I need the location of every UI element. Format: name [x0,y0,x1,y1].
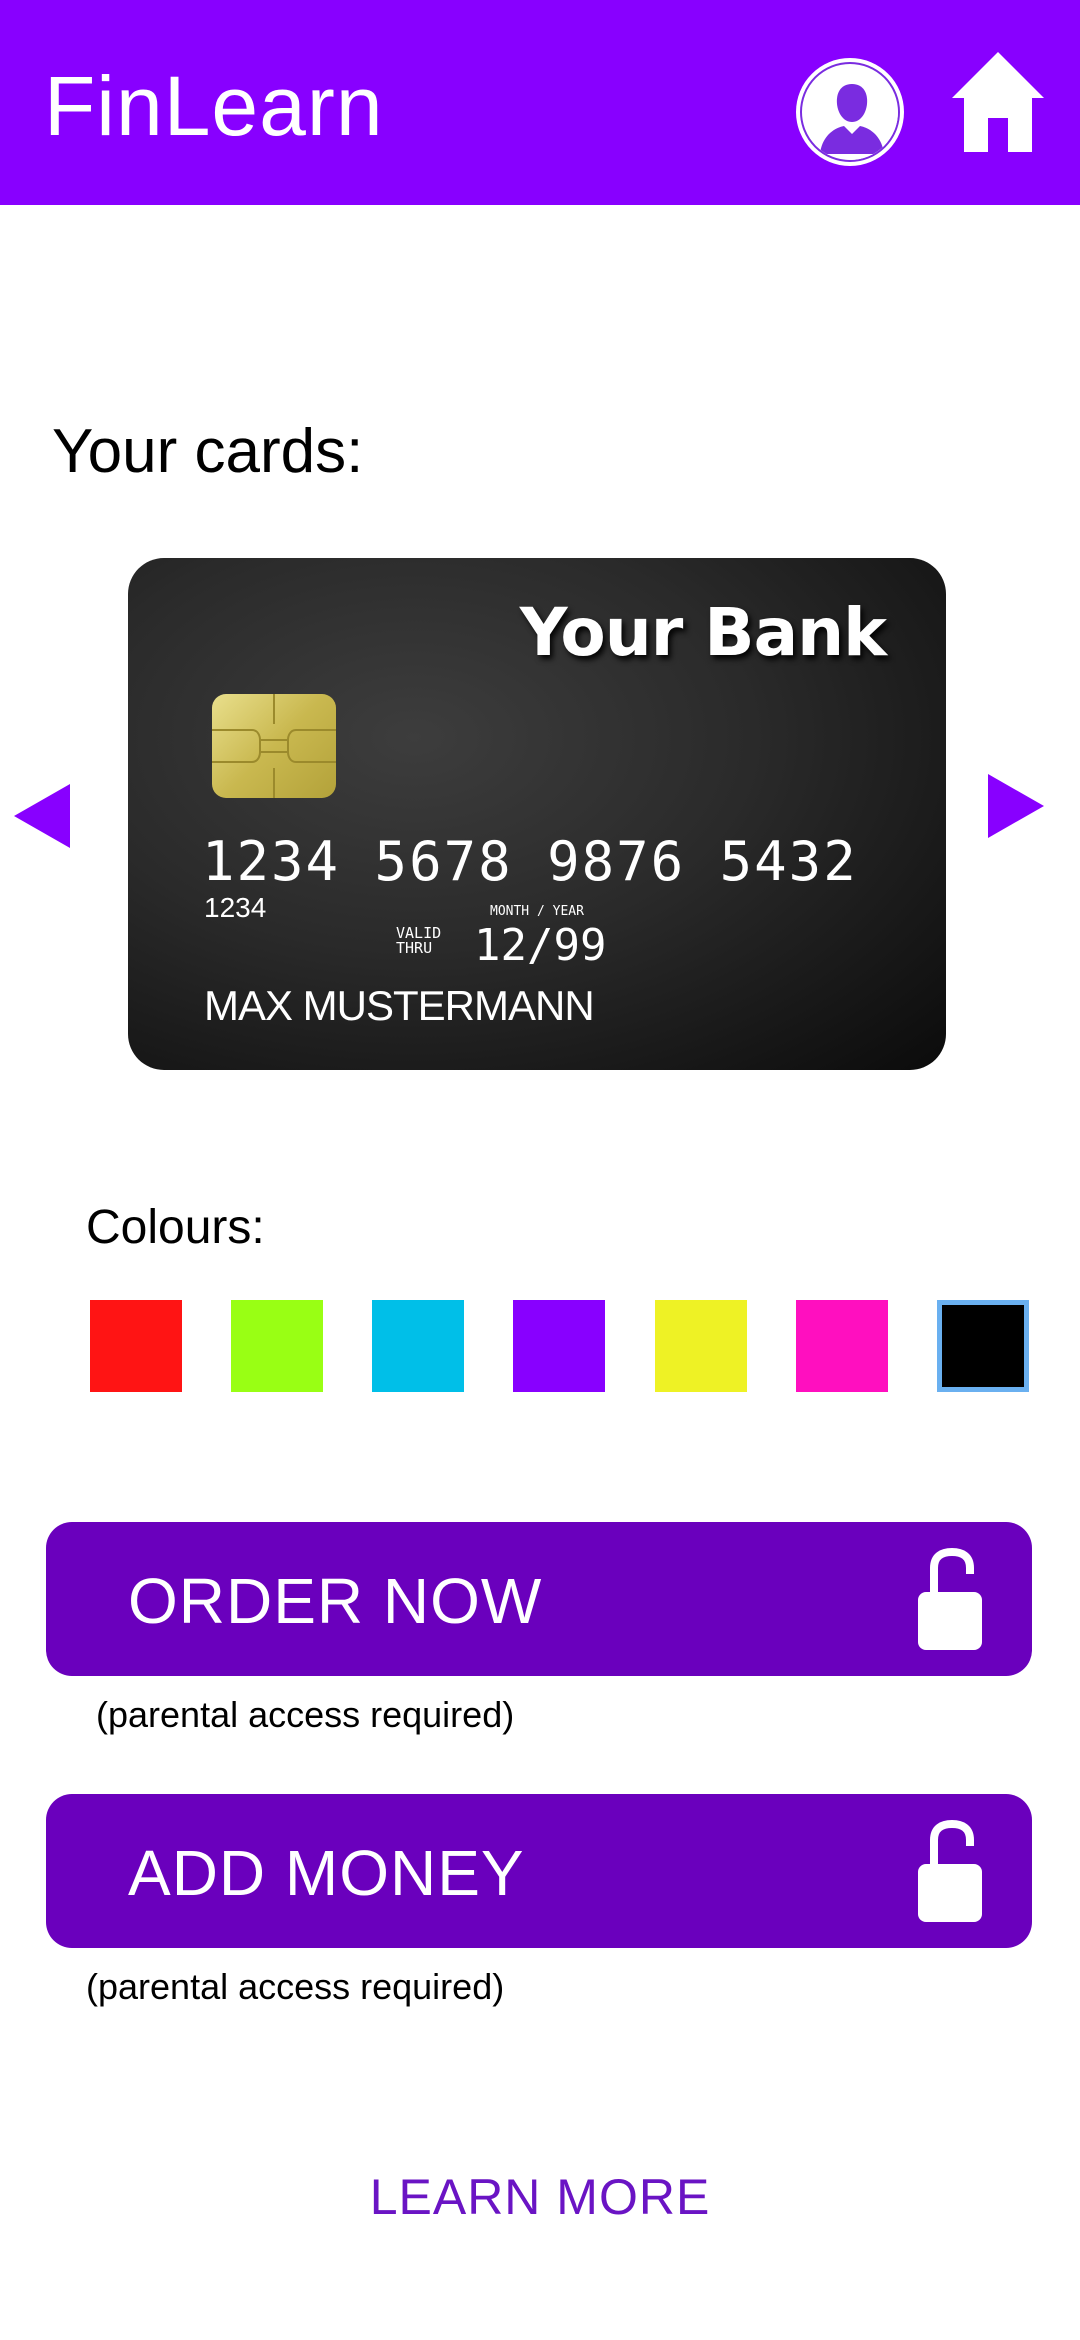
order-now-note: (parental access required) [96,1694,515,1735]
colour-swatch-pink[interactable] [796,1300,888,1392]
card-expiry: 12/99 [474,920,607,971]
colours-label: Colours: [86,1201,265,1254]
card-number-short: 1234 [204,892,267,923]
colour-swatch-purple[interactable] [513,1300,605,1392]
valid-thru-label: VALID THRU [396,924,442,957]
triangle-left-icon [14,784,70,848]
colour-swatch-red[interactable] [90,1300,182,1392]
page: FinLearn Your cards: Your Bank 1234 5678… [0,0,1080,2340]
user-avatar-icon [800,62,900,162]
chip-icon [212,694,336,798]
lock-open-icon [918,1548,982,1650]
home-icon[interactable] [948,48,1048,156]
order-now-label: ORDER NOW [128,1565,543,1637]
colour-swatch-cyan[interactable] [372,1300,464,1392]
add-money-label: ADD MONEY [128,1837,525,1909]
colour-swatch-black[interactable] [937,1300,1029,1392]
bank-name: Your Bank [519,594,887,671]
app-header: FinLearn [0,0,1080,205]
month-year-label: MONTH / YEAR [490,904,584,919]
order-now-button[interactable]: ORDER NOW [46,1522,1032,1676]
bank-card[interactable]: Your Bank 1234 5678 9876 5432 1234 MONTH… [128,558,946,1070]
section-title: Your cards: [52,417,364,486]
app-title: FinLearn [44,59,384,153]
lock-open-icon [918,1820,982,1922]
add-money-button[interactable]: ADD MONEY [46,1794,1032,1948]
prev-card-button[interactable] [12,782,72,850]
colour-swatch-green[interactable] [231,1300,323,1392]
triangle-right-icon [988,774,1044,838]
colour-swatch-yellow[interactable] [655,1300,747,1392]
profile-button[interactable] [796,58,904,166]
add-money-note: (parental access required) [86,1966,505,2007]
card-number: 1234 5678 9876 5432 [202,830,858,893]
next-card-button[interactable] [986,772,1046,840]
learn-more-link[interactable]: LEARN MORE [0,2168,1080,2226]
card-holder-name: MAX MUSTERMANN [204,982,595,1029]
